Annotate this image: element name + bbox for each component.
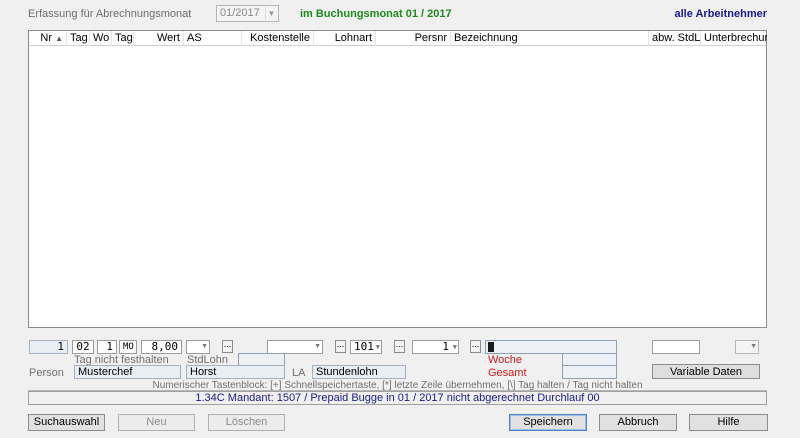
lohnart-lookup-button[interactable]: ...	[394, 340, 405, 353]
la-description: Stundenlohn	[312, 365, 406, 379]
chevron-down-icon[interactable]: ▼	[201, 341, 208, 353]
persnr-value: 1	[442, 340, 449, 353]
col-tag[interactable]: Tag	[67, 31, 90, 46]
persnr-combo[interactable]: 1 ▼	[412, 340, 459, 354]
month-label: Erfassung für Abrechnungsmonat	[28, 8, 192, 20]
la-label: LA	[292, 367, 306, 379]
bezeichnung-field[interactable]	[485, 340, 617, 354]
chevron-down-icon[interactable]: ▼	[750, 341, 757, 353]
day-field[interactable]: 02	[72, 340, 94, 354]
lohnart-combo[interactable]: 101 ▼	[350, 340, 382, 354]
cancel-button[interactable]: Abbruch	[599, 414, 677, 431]
status-bar: 1.34C Mandant: 1507 / Prepaid Bugge in 0…	[28, 391, 767, 405]
chevron-down-icon[interactable]: ▼	[314, 341, 321, 353]
col-as[interactable]: AS	[184, 31, 242, 46]
col-unterbrechung[interactable]: Unterbrechung	[701, 31, 767, 46]
abw-stdlohn-field[interactable]	[652, 340, 700, 354]
col-wert[interactable]: Wert	[134, 31, 184, 46]
kostenstelle-combo[interactable]: ▼	[267, 340, 323, 354]
person-label: Person	[29, 367, 64, 379]
col-kostenstelle[interactable]: Kostenstelle	[242, 31, 314, 46]
search-button[interactable]: Suchauswahl	[28, 414, 105, 431]
save-button[interactable]: Speichern	[509, 414, 587, 431]
gesamt-value	[562, 365, 617, 379]
col-persnr[interactable]: Persnr	[376, 31, 451, 46]
value-field[interactable]: 8,00	[141, 340, 182, 354]
persnr-lookup-button[interactable]: ...	[470, 340, 481, 353]
col-nr-label: Nr	[40, 32, 53, 44]
person-firstname: Horst	[186, 365, 285, 379]
grid-header: Nr ▲ Tag Wo Tag Wert AS Kostenstelle Loh…	[29, 31, 767, 46]
weekday-field[interactable]: MO	[119, 340, 137, 354]
as-lookup-button[interactable]: ...	[222, 340, 233, 353]
delete-button[interactable]: Löschen	[208, 414, 285, 431]
booking-grid[interactable]: Nr ▲ Tag Wo Tag Wert AS Kostenstelle Loh…	[28, 30, 767, 328]
chevron-down-icon[interactable]: ▼	[453, 341, 457, 353]
col-bezeichnung[interactable]: Bezeichnung	[451, 31, 649, 46]
as-combo[interactable]: ▼	[186, 340, 210, 354]
nr-field[interactable]: 1	[29, 340, 68, 354]
person-name: Musterchef	[74, 365, 181, 379]
month-value: 01/2017	[220, 7, 260, 19]
col-lohnart[interactable]: Lohnart	[314, 31, 376, 46]
gesamt-label: Gesamt	[488, 367, 527, 379]
lohnart-value: 101	[354, 340, 374, 353]
week-field[interactable]: 1	[97, 340, 117, 354]
unterbrechung-combo[interactable]: ▼	[735, 340, 759, 354]
kostenstelle-lookup-button[interactable]: ...	[335, 340, 346, 353]
sort-ascending-icon: ▲	[55, 34, 63, 43]
new-button[interactable]: Neu	[118, 414, 195, 431]
col-nr[interactable]: Nr ▲	[29, 31, 67, 46]
chevron-down-icon[interactable]: ▼	[376, 341, 380, 353]
col-wo[interactable]: Wo	[90, 31, 112, 46]
employees-filter[interactable]: alle Arbeitnehmer	[674, 8, 767, 20]
chevron-down-icon[interactable]: ▼	[265, 7, 277, 20]
woche-label: Woche	[488, 354, 523, 366]
text-cursor	[488, 342, 494, 352]
col-weekday[interactable]: Tag	[112, 31, 134, 46]
variable-data-button[interactable]: Variable Daten	[652, 364, 760, 379]
booking-month: im Buchungsmonat 01 / 2017	[300, 8, 452, 20]
month-select[interactable]: 01/2017 ▼	[216, 5, 279, 22]
col-abw-stdlohn[interactable]: abw. StdLohn	[649, 31, 701, 46]
help-button[interactable]: Hilfe	[689, 414, 768, 431]
